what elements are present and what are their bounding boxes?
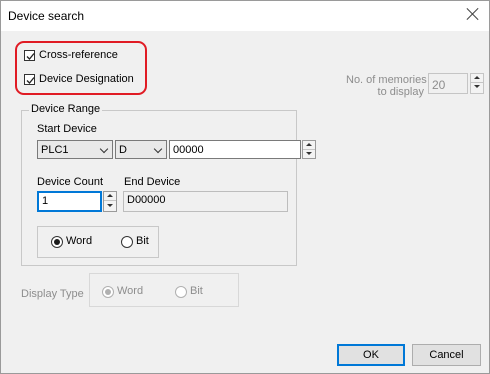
device-range-title: Device Range	[29, 103, 103, 115]
device-count-label: Device Count	[37, 176, 104, 188]
spin-down-icon[interactable]	[104, 202, 116, 210]
device-count-spinner[interactable]	[103, 191, 117, 212]
start-address-input[interactable]: 00000	[169, 140, 301, 159]
device-count-value: 1	[42, 195, 49, 207]
window-title: Device search	[8, 9, 85, 23]
word-radio[interactable]: Word	[51, 235, 111, 251]
close-icon[interactable]	[466, 7, 480, 21]
bit-radio-label: Bit	[136, 235, 149, 247]
highlight-annotation	[15, 41, 147, 95]
spin-down-icon[interactable]	[471, 83, 483, 91]
device-count-input[interactable]: 1	[37, 191, 102, 212]
plc-select[interactable]: PLC1	[37, 140, 113, 159]
display-bit-radio[interactable]: Bit	[175, 285, 215, 301]
title-bar: Device search	[1, 1, 489, 31]
word-radio-label: Word	[66, 235, 93, 247]
device-search-dialog: Device search Cross-reference Device Des…	[0, 0, 490, 374]
spin-up-icon[interactable]	[471, 74, 483, 83]
memories-label-line2: to display	[377, 86, 424, 98]
end-device-display: D00000	[123, 191, 288, 212]
spin-down-icon[interactable]	[303, 150, 315, 158]
bit-radio[interactable]: Bit	[121, 235, 161, 251]
radio-selected-icon[interactable]	[51, 236, 63, 248]
radio-selected-icon[interactable]	[102, 286, 114, 298]
cancel-button-label: Cancel	[429, 349, 464, 361]
spin-up-icon[interactable]	[303, 141, 315, 150]
ok-button[interactable]: OK	[337, 344, 405, 366]
device-type-select[interactable]: D	[115, 140, 167, 159]
device-type-value: D	[119, 144, 127, 156]
spin-up-icon[interactable]	[104, 192, 116, 201]
start-address-spinner[interactable]	[302, 140, 316, 159]
end-device-label: End Device	[124, 176, 181, 188]
memories-value: 20	[432, 78, 446, 92]
display-type-label: Display Type	[21, 288, 84, 300]
radio-unselected-icon[interactable]	[175, 286, 187, 298]
display-bit-label: Bit	[190, 285, 203, 297]
memories-spinner[interactable]	[470, 73, 484, 94]
start-address-value: 00000	[173, 144, 204, 156]
start-device-label: Start Device	[37, 123, 97, 135]
memories-label-line1: No. of memories	[346, 74, 427, 86]
radio-unselected-icon[interactable]	[121, 236, 133, 248]
chevron-down-icon	[99, 144, 109, 154]
plc-select-value: PLC1	[41, 144, 69, 156]
ok-button-label: OK	[363, 349, 379, 361]
cancel-button[interactable]: Cancel	[412, 344, 481, 366]
end-device-value: D00000	[127, 194, 166, 206]
memories-input[interactable]: 20	[428, 73, 468, 94]
chevron-down-icon	[153, 144, 163, 154]
display-word-label: Word	[117, 285, 144, 297]
display-word-radio[interactable]: Word	[102, 285, 162, 301]
